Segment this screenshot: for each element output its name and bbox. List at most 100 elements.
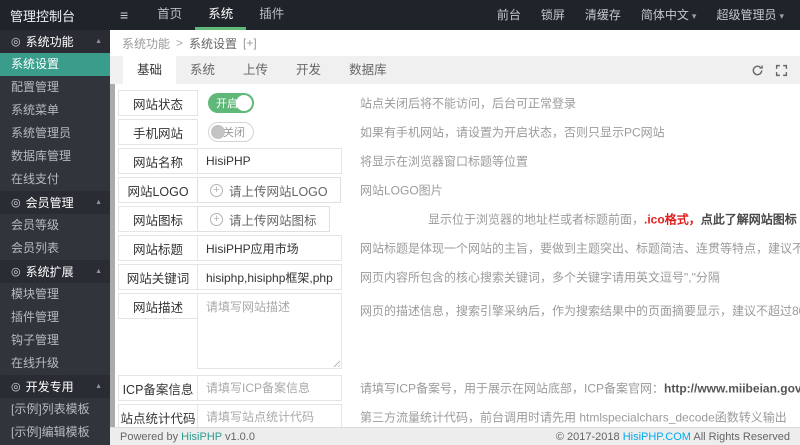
sidebar-item-database[interactable]: 数据库管理 xyxy=(0,145,110,168)
field-label: 网站关键词 xyxy=(118,264,198,290)
help-text: 请填写ICP备案号，用于展示在网站底部，ICP备案官网： xyxy=(360,381,665,396)
sidebar-section-extensions[interactable]: ◎ 系统扩展 ▲ xyxy=(0,260,110,283)
chevron-down-icon: ▾ xyxy=(691,10,697,21)
sidebar-item-upgrade[interactable]: 在线升级 xyxy=(0,352,110,375)
settings-tabbar: 基础 系统 上传 开发 数据库 xyxy=(110,56,800,84)
toggle-on-label: 开启 xyxy=(216,98,238,110)
nav-item-home[interactable]: 首页 xyxy=(144,0,195,30)
tab-database[interactable]: 数据库 xyxy=(335,56,401,84)
form-row-site-title: 网站标题 网站标题是体现一个网站的主旨，要做到主题突出、标题简洁、连贯等特点，建… xyxy=(118,235,800,261)
lock-screen-link[interactable]: 锁屏 xyxy=(531,0,575,30)
form-row-site-status: 网站状态 开启 站点关闭后将不能访问，后台可正常登录 xyxy=(118,90,800,116)
nav-item-plugins[interactable]: 插件 xyxy=(246,0,297,30)
icp-input[interactable] xyxy=(197,375,342,401)
site-keywords-input[interactable] xyxy=(197,264,342,290)
field-help: 显示位于浏览器的地址栏或者标题前面，.ico格式，点此了解网站图标 xyxy=(428,211,797,228)
site-title-input[interactable] xyxy=(197,235,342,261)
plus-icon: + xyxy=(210,212,223,226)
field-label: 网站状态 xyxy=(118,90,198,116)
hisiphp-com-link[interactable]: HisiPHP.COM xyxy=(623,431,691,443)
sidebar-item-member-levels[interactable]: 会员等级 xyxy=(0,214,110,237)
refresh-icon[interactable] xyxy=(751,64,764,77)
tab-system[interactable]: 系统 xyxy=(176,56,229,84)
field-help: 如果有手机网站，请设置为开启状态，否则只显示PC网站 xyxy=(360,125,665,140)
breadcrumb-level2[interactable]: 系统设置 xyxy=(189,35,237,52)
breadcrumb-level1[interactable]: 系统功能 xyxy=(122,35,170,52)
language-dropdown[interactable]: 简体中文 ▾ xyxy=(631,0,707,31)
field-label: 网站标题 xyxy=(118,235,198,261)
field-help: 请填写ICP备案号，用于展示在网站底部，ICP备案官网：http://www.m… xyxy=(360,380,800,397)
sidebar-item-config[interactable]: 配置管理 xyxy=(0,76,110,99)
field-label: ICP备案信息 xyxy=(118,375,198,401)
sidebar-item-demo-list[interactable]: [示例]列表模板 xyxy=(0,398,110,421)
sidebar-item-hooks[interactable]: 钩子管理 xyxy=(0,329,110,352)
tab-basic[interactable]: 基础 xyxy=(123,56,177,84)
nav-item-system[interactable]: 系统 xyxy=(195,0,247,30)
tab-upload[interactable]: 上传 xyxy=(229,56,282,84)
form-row-mobile-site: 手机网站 关闭 如果有手机网站，请设置为开启状态，否则只显示PC网站 xyxy=(118,119,800,145)
site-status-toggle[interactable]: 开启 xyxy=(208,93,254,113)
field-help: 网页内容所包含的核心搜索关键词，多个关键字请用英文逗号","分隔 xyxy=(360,270,720,285)
upload-button-label: 请上传网站图标 xyxy=(229,213,317,228)
user-dropdown[interactable]: 超级管理员 ▾ xyxy=(706,0,794,31)
chevron-up-icon: ▲ xyxy=(95,268,102,275)
help-ico-format: .ico格式， xyxy=(644,212,701,227)
toggle-knob xyxy=(236,95,252,111)
sidebar-section-dev[interactable]: ◎ 开发专用 ▲ xyxy=(0,375,110,398)
hisiphp-link[interactable]: HisiPHP xyxy=(181,431,222,443)
upload-favicon-button[interactable]: + 请上传网站图标 xyxy=(197,206,330,232)
sidebar-item-site-settings[interactable]: 系统设置 xyxy=(0,53,110,76)
sidebar-item-demo-edit[interactable]: [示例]编辑模板 xyxy=(0,421,110,444)
tab-develop[interactable]: 开发 xyxy=(282,56,335,84)
sidebar-section-system[interactable]: ◎ 系统功能 ▲ xyxy=(0,30,110,53)
help-text: 显示位于浏览器的地址栏或者标题前面， xyxy=(428,212,645,227)
sidebar-item-menus[interactable]: 系统菜单 xyxy=(0,99,110,122)
section-title: 系统扩展 xyxy=(25,265,74,279)
chevron-down-icon: ▾ xyxy=(779,10,784,21)
site-description-textarea[interactable] xyxy=(197,293,342,369)
sidebar-item-member-list[interactable]: 会员列表 xyxy=(0,237,110,260)
favicon-info-link[interactable]: 点此了解网站图标 xyxy=(701,213,797,227)
footer: Powered by HisiPHP v1.0.0 © 2017-2018 Hi… xyxy=(110,427,800,445)
form-row-stats-code: 站点统计代码 第三方流量统计代码，前台调用时请先用 htmlspecialcha… xyxy=(118,404,800,427)
sidebar-section-members[interactable]: ◎ 会员管理 ▲ xyxy=(0,191,110,214)
sidebar-item-plugins[interactable]: 插件管理 xyxy=(0,306,110,329)
main-area: 系统功能 > 系统设置 [+] 基础 系统 上传 开发 数据库 网站状态 开启 … xyxy=(110,30,800,445)
upload-logo-button[interactable]: + 请上传网站LOGO xyxy=(197,177,341,203)
gear-icon: ◎ xyxy=(11,36,21,48)
field-help: 网站LOGO图片 xyxy=(360,183,443,198)
sidebar-item-modules[interactable]: 模块管理 xyxy=(0,283,110,306)
gear-icon: ◎ xyxy=(11,197,21,209)
form-row-site-icon: 网站图标 + 请上传网站图标 显示位于浏览器的地址栏或者标题前面，.ico格式，… xyxy=(118,206,800,232)
form-row-icp: ICP备案信息 请填写ICP备案号，用于展示在网站底部，ICP备案官网：http… xyxy=(118,375,800,401)
toggle-knob xyxy=(211,125,225,139)
fullscreen-icon[interactable] xyxy=(775,64,788,77)
field-help: 第三方流量统计代码，前台调用时请先用 htmlspecialchars_deco… xyxy=(360,410,787,425)
textarea-wrapper xyxy=(197,293,342,369)
mobile-site-toggle[interactable]: 关闭 xyxy=(208,122,254,142)
footer-copyright: © 2017-2018 HisiPHP.COM All Rights Reser… xyxy=(556,431,790,443)
field-help: 将显示在浏览器窗口标题等位置 xyxy=(360,154,529,169)
form-row-site-name: 网站名称 将显示在浏览器窗口标题等位置 xyxy=(118,148,800,174)
sidebar-item-admins[interactable]: 系统管理员 xyxy=(0,122,110,145)
icp-official-link[interactable]: http://www.miibeian.gov.cn xyxy=(664,382,800,396)
form-row-site-description: 网站描述 网页的描述信息，搜索引擎采纳后，作为搜索结果中的页面摘要显示，建议不超… xyxy=(118,293,800,372)
version-text: v1.0.0 xyxy=(221,430,255,443)
stats-code-input[interactable] xyxy=(197,404,342,427)
topbar: 管理控制台 ≡ 首页 系统 插件 前台 锁屏 清缓存 简体中文 ▾ 超级管理员 ▾ xyxy=(0,0,800,30)
section-title: 开发专用 xyxy=(25,380,74,394)
frontend-link[interactable]: 前台 xyxy=(487,0,531,30)
section-title: 会员管理 xyxy=(25,196,74,210)
hamburger-icon[interactable]: ≡ xyxy=(110,7,138,23)
vertical-scrollbar[interactable] xyxy=(110,84,115,427)
clear-cache-link[interactable]: 清缓存 xyxy=(575,0,631,30)
tab-tools xyxy=(751,56,788,84)
top-nav: 首页 系统 插件 xyxy=(144,0,297,30)
site-name-input[interactable] xyxy=(197,148,342,174)
sidebar-item-payment[interactable]: 在线支付 xyxy=(0,168,110,191)
footer-powered-by: Powered by HisiPHP v1.0.0 xyxy=(120,431,255,443)
username-label: 超级管理员 xyxy=(716,7,777,22)
field-label: 网站图标 xyxy=(118,206,198,232)
sidebar: ◎ 系统功能 ▲ 系统设置 配置管理 系统菜单 系统管理员 数据库管理 在线支付… xyxy=(0,30,110,445)
breadcrumb-add-button[interactable]: [+] xyxy=(243,36,257,50)
